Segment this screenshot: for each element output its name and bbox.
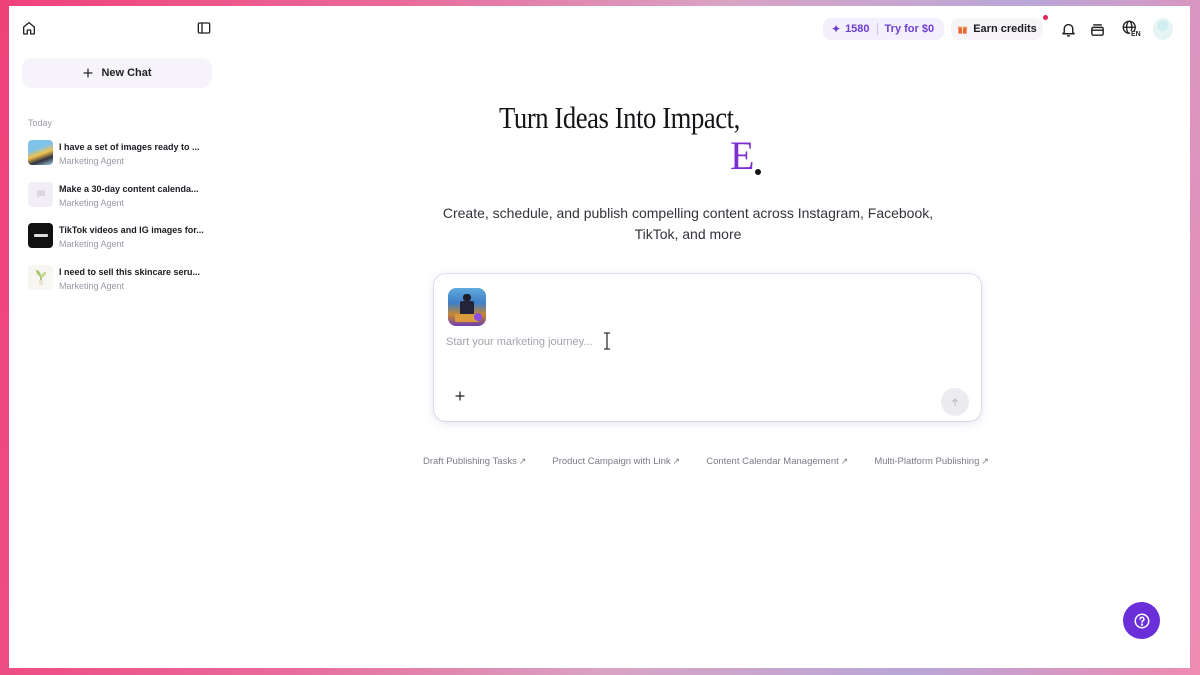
- chat-history-list: I have a set of images ready to ... Mark…: [28, 140, 214, 306]
- external-arrow-icon: ↗: [840, 456, 849, 466]
- section-label-today: Today: [28, 118, 53, 128]
- hero-typing-letter: E: [730, 133, 755, 178]
- earn-credits-label: Earn credits: [973, 23, 1037, 35]
- chat-title: I have a set of images ready to ...: [59, 142, 200, 152]
- hero-title: Turn Ideas Into Impact,: [499, 100, 740, 135]
- chat-history-item[interactable]: I have a set of images ready to ... Mark…: [28, 140, 214, 182]
- plus-icon: [455, 391, 465, 401]
- arrow-up-icon: [952, 398, 958, 406]
- agent-avatar[interactable]: [448, 288, 486, 326]
- plant-icon: [35, 270, 46, 285]
- chat-history-item[interactable]: I need to sell this skincare seru... Mar…: [28, 264, 214, 307]
- agent-figure-icon: [455, 294, 482, 322]
- credits-count: 1580: [845, 23, 870, 35]
- chat-thumbnail: [28, 223, 53, 248]
- help-icon: [1134, 613, 1149, 628]
- prompt-input[interactable]: [446, 332, 946, 352]
- sidebar: New Chat Today I have a set of images re…: [9, 6, 223, 668]
- stack-icon: [1090, 23, 1104, 36]
- notifications-button[interactable]: [1056, 17, 1080, 41]
- suggestion-product-campaign[interactable]: Product Campaign with Link ↗: [552, 456, 680, 467]
- sparkle-icon: ✦: [831, 22, 842, 36]
- attach-button[interactable]: [450, 386, 470, 406]
- user-avatar[interactable]: [1153, 18, 1173, 40]
- suggestion-label: Draft Publishing Tasks: [423, 456, 517, 467]
- suggestion-multi-platform[interactable]: Multi-Platform Publishing ↗: [874, 456, 989, 467]
- chat-agent-label: Marketing Agent: [59, 156, 125, 166]
- chat-history-item[interactable]: TikTok videos and IG images for... Marke…: [28, 223, 214, 265]
- chat-title: Make a 30-day content calenda...: [59, 183, 199, 194]
- chat-agent-label: Marketing Agent: [59, 280, 125, 291]
- chat-title: I need to sell this skincare seru...: [59, 266, 201, 277]
- external-arrow-icon: ↗: [672, 456, 681, 466]
- try-for-free-link[interactable]: Try for $0: [885, 23, 935, 35]
- new-chat-button[interactable]: New Chat: [22, 58, 212, 88]
- home-icon: [23, 22, 35, 35]
- chat-title: TikTok videos and IG images for...: [59, 225, 204, 235]
- chat-thumbnail: [28, 181, 53, 207]
- earn-credits-button[interactable]: Earn credits: [951, 18, 1043, 40]
- external-arrow-icon: ↗: [518, 456, 527, 466]
- chat-agent-label: Marketing Agent: [59, 197, 125, 208]
- suggestion-label: Content Calendar Management: [706, 456, 839, 467]
- chat-history-item[interactable]: Make a 30-day content calenda... Marketi…: [28, 181, 214, 224]
- divider: [876, 23, 878, 35]
- sidebar-toggle-icon: [197, 22, 211, 34]
- hero-subtitle: Create, schedule, and publish compelling…: [442, 205, 934, 242]
- typing-cursor-dot: [755, 169, 761, 175]
- credits-pill[interactable]: ✦ 1580 Try for $0: [823, 18, 944, 40]
- app-window: New Chat Today I have a set of images re…: [9, 6, 1190, 668]
- prompt-composer: [434, 274, 981, 421]
- new-chat-label: New Chat: [101, 67, 152, 79]
- stack-button[interactable]: [1085, 17, 1109, 41]
- gift-icon: [958, 26, 968, 34]
- bell-icon: [1061, 23, 1075, 37]
- chat-bubble-icon: [36, 190, 45, 198]
- home-button[interactable]: [17, 16, 41, 40]
- text-cursor-icon: [604, 332, 610, 350]
- suggestion-content-calendar[interactable]: Content Calendar Management ↗: [706, 456, 848, 467]
- send-button[interactable]: [941, 388, 969, 416]
- external-arrow-icon: ↗: [981, 456, 989, 466]
- language-code: EN: [1130, 31, 1142, 38]
- notification-dot: [1043, 15, 1048, 20]
- sidebar-toggle-button[interactable]: [192, 16, 216, 40]
- suggestion-label: Multi-Platform Publishing: [874, 456, 980, 467]
- chat-thumbnail: [28, 140, 53, 165]
- suggestion-label: Product Campaign with Link: [552, 456, 671, 467]
- suggestion-draft-publishing-tasks[interactable]: Draft Publishing Tasks ↗: [423, 456, 526, 467]
- suggestion-links: Draft Publishing Tasks ↗ Product Campaign…: [423, 456, 989, 467]
- language-button[interactable]: EN: [1117, 16, 1143, 40]
- help-button[interactable]: [1123, 602, 1160, 639]
- chat-thumbnail: [28, 264, 53, 290]
- plus-icon: [83, 68, 94, 78]
- chat-agent-label: Marketing Agent: [59, 239, 125, 249]
